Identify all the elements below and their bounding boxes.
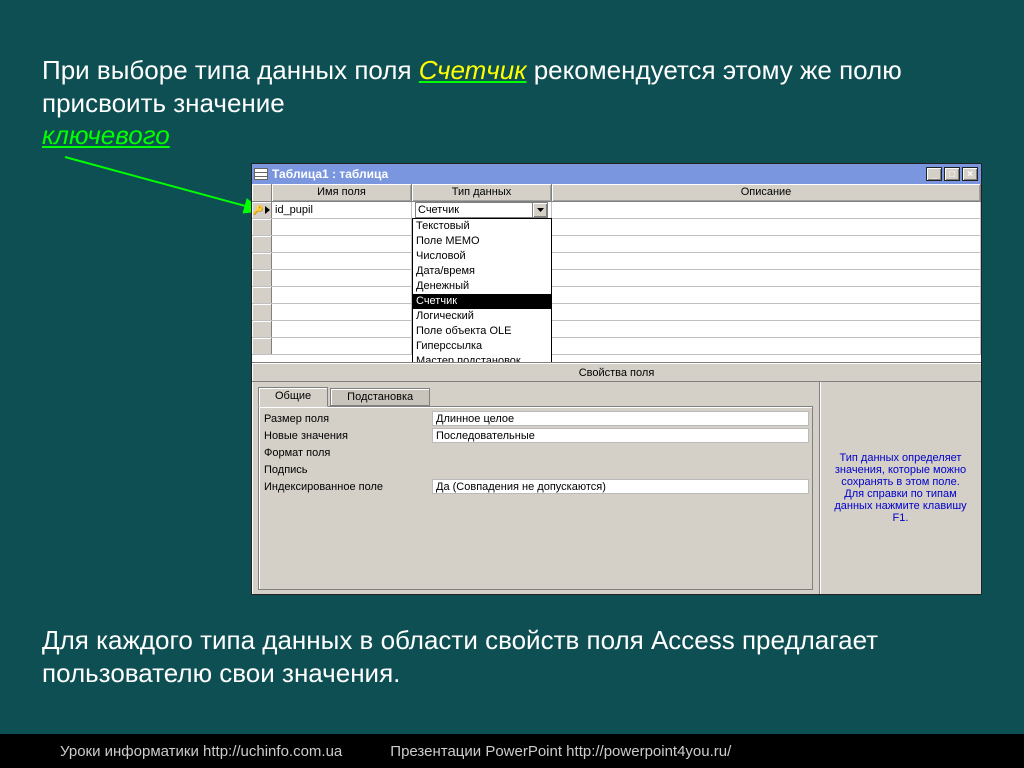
- property-row[interactable]: Размер поляДлинное целое: [262, 410, 809, 427]
- datatype-option[interactable]: Дата/время: [413, 264, 551, 279]
- property-value[interactable]: [432, 462, 809, 477]
- maximize-button[interactable]: □: [944, 167, 960, 181]
- current-row-icon: [265, 206, 270, 214]
- field-grid[interactable]: 🔑 id_pupil Счетчик ТекстовыйПоле МЕМОЧис…: [252, 202, 981, 362]
- slide-credits: Уроки информатики http://uchinfo.com.ua …: [0, 734, 1024, 768]
- datatype-option[interactable]: Гиперссылка: [413, 339, 551, 354]
- col-header-type[interactable]: Тип данных: [412, 184, 552, 201]
- tab-general[interactable]: Общие: [258, 387, 328, 407]
- access-table-designer-window: Таблица1 : таблица _ □ × Имя поля Тип да…: [251, 163, 982, 595]
- credits-left: Уроки информатики http://uchinfo.com.ua: [60, 743, 342, 760]
- slide-intro-text: При выборе типа данных поля Счетчик реко…: [42, 54, 982, 152]
- datatype-option[interactable]: Денежный: [413, 279, 551, 294]
- field-row[interactable]: 🔑 id_pupil Счетчик ТекстовыйПоле МЕМОЧис…: [252, 202, 981, 219]
- col-header-desc[interactable]: Описание: [552, 184, 981, 201]
- col-header-name[interactable]: Имя поля: [272, 184, 412, 201]
- property-row[interactable]: Индексированное полеДа (Совпадения не до…: [262, 478, 809, 495]
- property-label: Подпись: [262, 464, 432, 476]
- property-label: Размер поля: [262, 413, 432, 425]
- annotation-arrow: [60, 155, 260, 215]
- field-properties-pane: Общие Подстановка Размер поляДлинное цел…: [252, 382, 819, 594]
- datatype-option[interactable]: Поле объекта OLE: [413, 324, 551, 339]
- close-button[interactable]: ×: [962, 167, 978, 181]
- properties-grid[interactable]: Размер поляДлинное целоеНовые значенияПо…: [258, 406, 813, 590]
- property-value[interactable]: Последовательные: [432, 428, 809, 443]
- property-row[interactable]: Новые значенияПоследовательные: [262, 427, 809, 444]
- datatype-option[interactable]: Числовой: [413, 249, 551, 264]
- property-row[interactable]: Формат поля: [262, 444, 809, 461]
- property-value[interactable]: Длинное целое: [432, 411, 809, 426]
- highlight-key: ключевого: [42, 120, 170, 150]
- field-name-cell[interactable]: id_pupil: [272, 202, 412, 218]
- credits-right: Презентации PowerPoint http://powerpoint…: [390, 743, 731, 760]
- primary-key-icon: 🔑: [253, 205, 264, 216]
- row-selector[interactable]: 🔑: [252, 202, 272, 218]
- minimize-button[interactable]: _: [926, 167, 942, 181]
- datatype-option[interactable]: Мастер подстановок.: [413, 354, 551, 362]
- help-text-pane: Тип данных определяет значения, которые …: [819, 382, 981, 594]
- property-value[interactable]: Да (Совпадения не допускаются): [432, 479, 809, 494]
- datatype-option[interactable]: Счетчик: [413, 294, 551, 309]
- datatype-option[interactable]: Текстовый: [413, 219, 551, 234]
- slide-footer-text: Для каждого типа данных в области свойст…: [42, 624, 982, 689]
- table-icon: [254, 168, 268, 180]
- highlight-counter: Счетчик: [419, 55, 527, 85]
- datatype-dropdown[interactable]: ТекстовыйПоле МЕМОЧисловойДата/времяДене…: [412, 218, 552, 362]
- datatype-combobox[interactable]: Счетчик: [415, 202, 548, 218]
- property-label: Формат поля: [262, 447, 432, 459]
- window-title: Таблица1 : таблица: [272, 167, 922, 181]
- property-row[interactable]: Подпись: [262, 461, 809, 478]
- datatype-option[interactable]: Поле МЕМО: [413, 234, 551, 249]
- field-properties-header: Свойства поля: [252, 362, 981, 382]
- property-label: Индексированное поле: [262, 481, 432, 493]
- datatype-option[interactable]: Логический: [413, 309, 551, 324]
- tab-lookup[interactable]: Подстановка: [330, 388, 430, 406]
- field-type-cell[interactable]: Счетчик ТекстовыйПоле МЕМОЧисловойДата/в…: [412, 202, 552, 218]
- field-desc-cell[interactable]: [552, 202, 981, 218]
- grid-column-headers: Имя поля Тип данных Описание: [252, 184, 981, 202]
- dropdown-button[interactable]: [532, 203, 547, 217]
- property-label: Новые значения: [262, 430, 432, 442]
- property-value[interactable]: [432, 445, 809, 460]
- window-titlebar[interactable]: Таблица1 : таблица _ □ ×: [252, 164, 981, 184]
